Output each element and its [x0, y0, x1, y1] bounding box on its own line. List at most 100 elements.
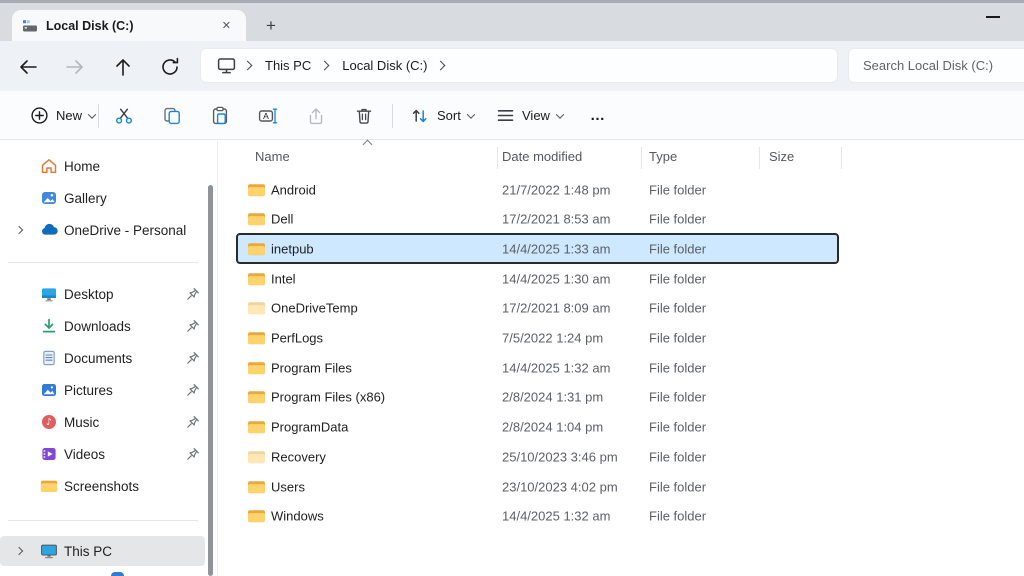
file-row-windows[interactable]: Windows 14/4/2025 1:32 am File folder	[237, 502, 838, 531]
sidebar-item-music[interactable]: ♪ Music	[0, 407, 205, 437]
pin-icon	[186, 415, 200, 429]
pin-icon	[186, 383, 200, 397]
sidebar-item-pictures[interactable]: Pictures	[0, 375, 205, 405]
sidebar-divider	[8, 262, 198, 263]
column-separator[interactable]	[841, 147, 842, 169]
file-row-inetpub-selected[interactable]: inetpub 14/4/2025 1:33 am File folder	[237, 234, 838, 263]
sidebar-item-videos[interactable]: Videos	[0, 439, 205, 469]
sidebar-label: Pictures	[64, 383, 113, 398]
back-button[interactable]	[17, 56, 39, 78]
more-options-button[interactable]: …	[582, 99, 614, 132]
cut-button[interactable]	[106, 99, 142, 132]
view-button[interactable]: View	[488, 99, 571, 132]
file-row-intel[interactable]: Intel 14/4/2025 1:30 am File folder	[237, 264, 838, 293]
sidebar-label: This PC	[64, 544, 112, 559]
sidebar-scrollbar[interactable]	[208, 185, 213, 576]
chevron-right-icon[interactable]	[436, 61, 446, 71]
copy-icon	[162, 106, 182, 126]
file-explorer-window: Local Disk (C:) ✕ + This PC Local Disk	[0, 0, 1024, 576]
new-button[interactable]: New	[22, 99, 103, 132]
view-button-label: View	[522, 108, 550, 123]
file-date: 23/10/2023 4:02 pm	[502, 479, 618, 494]
column-separator[interactable]	[759, 147, 760, 169]
file-row-perflogs[interactable]: PerfLogs 7/5/2022 1:24 pm File folder	[237, 324, 838, 353]
sidebar-item-home[interactable]: Home	[0, 151, 205, 181]
this-pc-icon	[40, 542, 58, 560]
file-date: 7/5/2022 1:24 pm	[502, 331, 603, 346]
sidebar-item-onedrive[interactable]: OneDrive - Personal	[0, 215, 205, 245]
chevron-right-icon[interactable]	[15, 226, 23, 234]
sort-button[interactable]: Sort	[402, 99, 482, 132]
chevron-right-icon	[320, 61, 330, 71]
file-row-users[interactable]: Users 23/10/2023 4:02 pm File folder	[237, 472, 838, 501]
sidebar-item-gallery[interactable]: Gallery	[0, 183, 205, 213]
file-row-program-files-x86[interactable]: Program Files (x86) 2/8/2024 1:31 pm Fil…	[237, 383, 838, 412]
file-row-android[interactable]: Android 21/7/2022 1:48 pm File folder	[237, 175, 838, 204]
chevron-right-icon	[243, 61, 253, 71]
column-header-date-modified[interactable]: Date modified	[502, 149, 582, 164]
music-icon: ♪	[40, 413, 58, 431]
file-name: inetpub	[271, 241, 314, 256]
file-row-recovery[interactable]: Recovery 25/10/2023 3:46 pm File folder	[237, 442, 838, 471]
search-input[interactable]	[849, 49, 1024, 82]
file-type: File folder	[649, 301, 706, 316]
column-header-size[interactable]: Size	[769, 149, 794, 164]
sidebar-item-downloads[interactable]: Downloads	[0, 311, 205, 341]
refresh-icon[interactable]	[159, 56, 181, 78]
file-name: Windows	[271, 509, 324, 524]
search-box[interactable]	[848, 48, 1024, 83]
tab-local-disk-c[interactable]: Local Disk (C:) ✕	[12, 10, 246, 41]
file-row-program-files[interactable]: Program Files 14/4/2025 1:32 am File fol…	[237, 353, 838, 382]
file-type: File folder	[649, 360, 706, 375]
sidebar-label: Documents	[64, 351, 132, 366]
sort-arrows-icon	[410, 106, 430, 126]
address-bar-row: This PC Local Disk (C:)	[0, 41, 1024, 91]
desktop-icon	[40, 285, 58, 303]
paste-button[interactable]	[202, 99, 238, 132]
share-icon	[306, 106, 326, 126]
chevron-down-icon	[556, 110, 564, 118]
column-separator[interactable]	[641, 147, 642, 169]
sidebar-item-desktop[interactable]: Desktop	[0, 279, 205, 309]
file-type: File folder	[649, 241, 706, 256]
new-tab-button[interactable]: +	[260, 15, 282, 37]
file-row-dell[interactable]: Dell 17/2/2021 8:53 am File folder	[237, 205, 838, 234]
column-separator[interactable]	[497, 147, 498, 169]
minimize-icon[interactable]	[986, 16, 1000, 18]
file-name: Recovery	[271, 449, 326, 464]
home-icon	[40, 157, 58, 175]
tab-close-icon[interactable]: ✕	[217, 17, 236, 34]
breadcrumb-local-disk-c[interactable]: Local Disk (C:)	[340, 54, 429, 77]
breadcrumb-this-pc[interactable]: This PC	[263, 54, 313, 77]
chevron-right-icon[interactable]	[15, 547, 23, 555]
delete-button[interactable]	[346, 99, 382, 132]
folder-icon	[247, 300, 266, 316]
column-header-name[interactable]: Name	[255, 149, 290, 164]
breadcrumb[interactable]: This PC Local Disk (C:)	[200, 48, 838, 83]
file-type: File folder	[649, 420, 706, 435]
tab-title: Local Disk (C:)	[46, 19, 217, 33]
file-date: 17/2/2021 8:09 am	[502, 301, 610, 316]
toolbar-divider	[392, 104, 393, 128]
column-header-type[interactable]: Type	[649, 149, 677, 164]
tab-bar: Local Disk (C:) ✕ +	[0, 3, 1024, 41]
file-row-programdata[interactable]: ProgramData 2/8/2024 1:04 pm File folder	[237, 413, 838, 442]
copy-button[interactable]	[154, 99, 190, 132]
toolbar-divider	[98, 104, 99, 128]
up-button[interactable]	[112, 56, 134, 78]
sidebar-item-this-pc[interactable]: This PC	[0, 536, 205, 566]
folder-icon	[247, 419, 266, 435]
view-list-icon	[496, 106, 515, 125]
file-date: 14/4/2025 1:30 am	[502, 271, 610, 286]
folder-icon	[247, 479, 266, 495]
file-row-onedrivetemp[interactable]: OneDriveTemp 17/2/2021 8:09 am File fold…	[237, 294, 838, 323]
pin-icon	[186, 287, 200, 301]
file-date: 25/10/2023 3:46 pm	[502, 449, 618, 464]
sort-ascending-icon	[363, 140, 373, 150]
rename-button[interactable]: A	[250, 99, 286, 132]
pin-icon	[186, 319, 200, 333]
sidebar-item-documents[interactable]: Documents	[0, 343, 205, 373]
sidebar-label: Home	[64, 159, 100, 174]
sidebar-item-screenshots[interactable]: Screenshots	[0, 471, 205, 501]
file-date: 14/4/2025 1:33 am	[502, 241, 610, 256]
